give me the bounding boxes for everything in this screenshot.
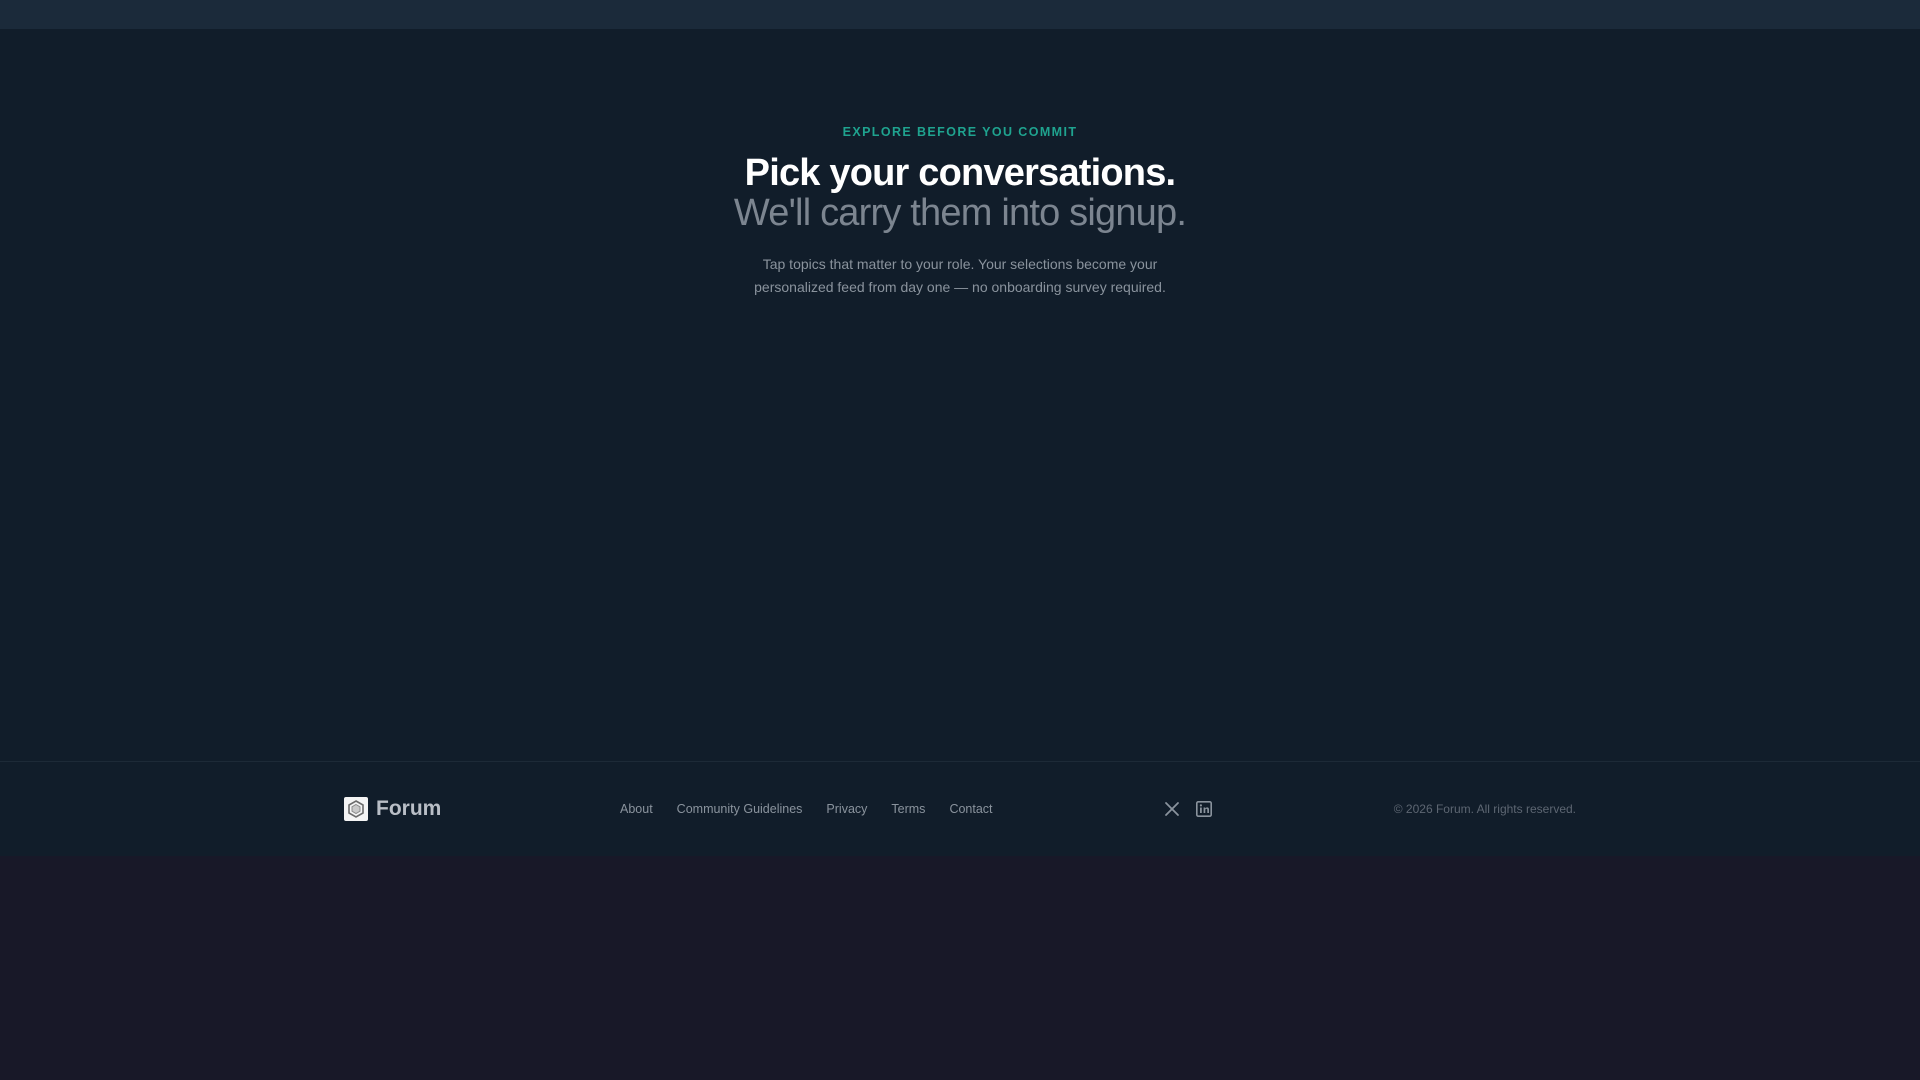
footer-brand[interactable]: Forum: [344, 796, 441, 822]
footer-link-community-guidelines[interactable]: Community Guidelines: [677, 801, 803, 817]
x-icon[interactable]: [1164, 801, 1180, 817]
main-content: EXPLORE BEFORE YOU COMMIT Pick your conv…: [0, 29, 1920, 761]
footer-link-terms[interactable]: Terms: [891, 801, 925, 817]
hero-eyebrow: EXPLORE BEFORE YOU COMMIT: [842, 125, 1078, 139]
footer-link-privacy[interactable]: Privacy: [826, 801, 867, 817]
footer-copyright: © 2026 Forum. All rights reserved.: [1393, 802, 1576, 816]
hero-subtext-line1: Tap topics that matter to your role. You…: [762, 256, 1158, 272]
site-footer: Forum About Community Guidelines Privacy…: [0, 761, 1920, 856]
hero-headline: Pick your conversations. We'll carry the…: [0, 153, 1920, 233]
hero-section: EXPLORE BEFORE YOU COMMIT Pick your conv…: [0, 125, 1920, 299]
hero-subtext-line2: personalized feed from day one — no onbo…: [754, 279, 1166, 295]
hero-headline-line2: We'll carry them into signup.: [733, 192, 1187, 234]
hexagon-logo-icon: [344, 797, 368, 821]
footer-link-about[interactable]: About: [620, 801, 653, 817]
footer-social: [1164, 801, 1212, 817]
linkedin-icon[interactable]: [1196, 801, 1212, 817]
footer-brand-name: Forum: [376, 797, 442, 820]
footer-link-contact[interactable]: Contact: [949, 801, 992, 817]
top-bar: [0, 0, 1920, 29]
footer-nav: About Community Guidelines Privacy Terms…: [620, 801, 993, 817]
hero-subtext: Tap topics that matter to your role. You…: [740, 253, 1180, 299]
hero-headline-line1: Pick your conversations.: [744, 152, 1176, 194]
